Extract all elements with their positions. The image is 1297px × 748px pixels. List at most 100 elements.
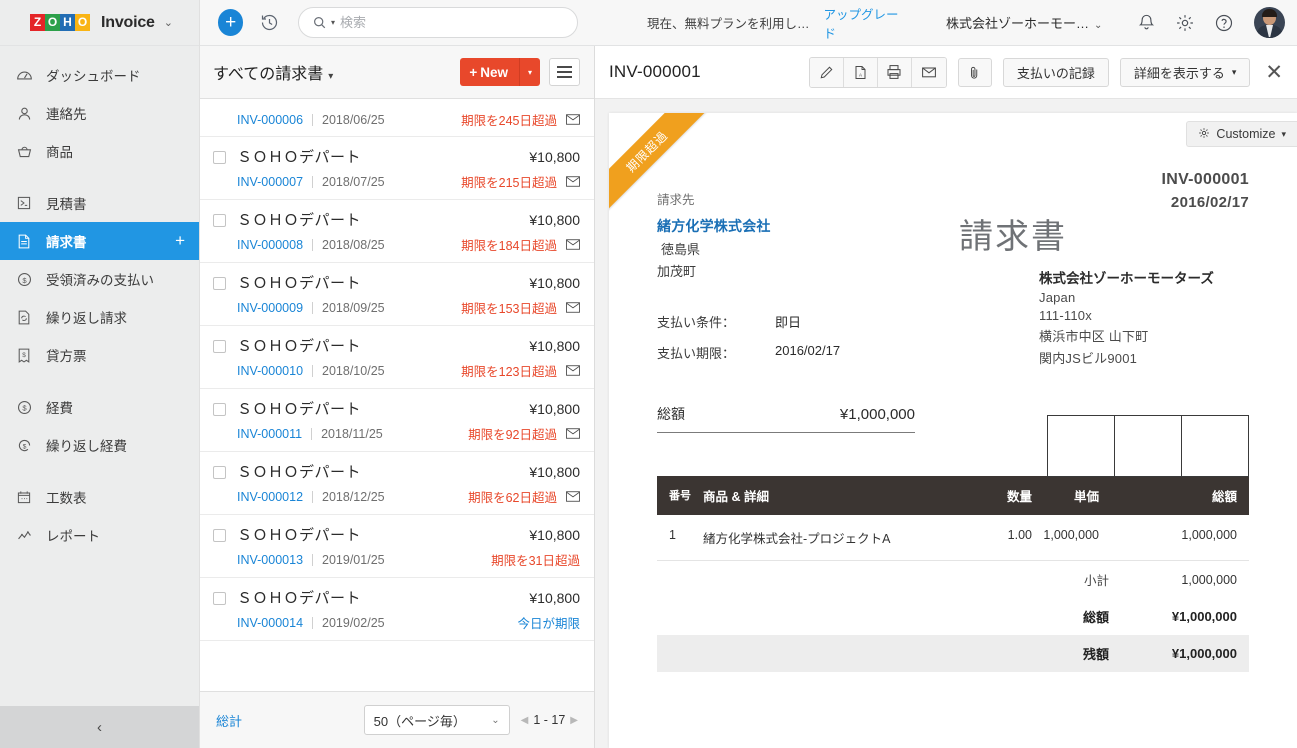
new-invoice-button[interactable]: + New ▾ [460, 58, 540, 86]
invoice-number[interactable]: INV-000010 [237, 364, 303, 378]
global-add-button[interactable]: + [218, 9, 244, 36]
pdf-file-icon[interactable]: A [843, 57, 878, 87]
invoice-list-scroll[interactable]: INV-000006 2018/06/25 期限を245日超過 ＳＯＨＯデパート ¥10… [200, 99, 594, 691]
bill-to-name[interactable]: 緒方化学株式会社 [657, 216, 1249, 236]
invoice-amount: ¥10,800 [529, 338, 580, 354]
sidebar-item-recurring-expenses[interactable]: $ 繰り返し経費 [0, 426, 199, 464]
row-checkbox[interactable] [213, 214, 226, 227]
sidebar-item-invoices[interactable]: 請求書 + [0, 222, 199, 260]
edit-pencil-icon[interactable] [809, 57, 844, 87]
invoice-amount: ¥10,800 [529, 590, 580, 606]
invoice-number[interactable]: INV-000009 [237, 301, 303, 315]
invoices-icon [14, 231, 34, 251]
sidebar-item-estimates[interactable]: 見積書 [0, 184, 199, 222]
invoice-date: 2019/02/25 [322, 615, 385, 630]
email-envelope-icon[interactable] [911, 57, 946, 87]
sidebar-collapse-button[interactable]: ‹ [0, 706, 199, 748]
invoice-number[interactable]: INV-000011 [237, 427, 302, 441]
page-prev-icon[interactable]: ◀ [521, 715, 529, 726]
payment-terms-value: 即日 [775, 315, 802, 330]
record-payment-button[interactable]: 支払いの記録 [1002, 57, 1109, 87]
brand-logo[interactable]: ZOHO Invoice ⌄ [0, 0, 199, 46]
row-checkbox[interactable] [213, 340, 226, 353]
invoice-number[interactable]: INV-000014 [237, 616, 303, 630]
invoice-list-item[interactable]: INV-000006 2018/06/25 期限を245日超過 [200, 99, 594, 137]
cell-amount: 1,000,000 [1181, 528, 1237, 542]
invoice-list-item[interactable]: ＳＯＨＯデパート ¥10,800 INV-000010 2018/10/25 期限を12… [200, 326, 594, 389]
show-details-button[interactable]: 詳細を表示する ▾ [1119, 57, 1251, 87]
app-root: ZOHO Invoice ⌄ ダッシュボード 連絡先 商品 見積書 請求書 + … [0, 0, 1297, 748]
search-scope-caret-icon[interactable]: ▾ [331, 18, 335, 27]
sidebar-item-items[interactable]: 商品 [0, 132, 199, 170]
search-input[interactable] [340, 15, 563, 30]
new-invoice-plus-icon[interactable]: + [175, 231, 185, 251]
sidebar-item-contacts[interactable]: 連絡先 [0, 94, 199, 132]
record-payment-label: 支払いの記録 [1016, 65, 1095, 81]
email-envelope-icon[interactable] [566, 302, 580, 313]
row-checkbox[interactable] [213, 277, 226, 290]
due-date-label: 支払い期限： [657, 346, 736, 361]
chevron-down-icon[interactable]: ⌄ [164, 16, 173, 29]
email-envelope-icon[interactable] [566, 239, 580, 250]
upgrade-link[interactable]: アップグレード [823, 4, 906, 42]
contacts-icon [14, 103, 34, 123]
invoice-list-item[interactable]: ＳＯＨＯデパート ¥10,800 INV-000007 2018/07/25 期限を21… [200, 137, 594, 200]
global-search[interactable]: ▾ [298, 7, 578, 38]
page-range: 1 - 17 [533, 713, 566, 727]
invoice-list-item[interactable]: ＳＯＨＯデパート ¥10,800 INV-000009 2018/09/25 期限を15… [200, 263, 594, 326]
invoice-list-item[interactable]: ＳＯＨＯデパート ¥10,800 INV-000012 2018/12/25 期限を62… [200, 452, 594, 515]
clock-history-icon[interactable] [257, 10, 282, 36]
help-question-icon[interactable] [1212, 10, 1237, 36]
list-view-menu-icon[interactable] [549, 58, 580, 86]
row-checkbox[interactable] [213, 466, 226, 479]
invoice-number[interactable]: INV-000012 [237, 490, 303, 504]
row-content: ＳＯＨＯデパート ¥10,800 INV-000009 2018/09/25 期限を15… [237, 272, 580, 317]
total-link[interactable]: 総計 [216, 711, 242, 730]
invoice-number[interactable]: INV-000007 [237, 175, 303, 189]
invoice-number[interactable]: INV-000006 [237, 113, 303, 127]
row-checkbox[interactable] [213, 151, 226, 164]
invoice-list-item[interactable]: ＳＯＨＯデパート ¥10,800 INV-000011 2018/11/25 期限を92… [200, 389, 594, 452]
invoice-filter-dropdown[interactable]: すべての請求書 ▾ [213, 60, 333, 84]
new-invoice-label-wrap: + New [460, 65, 519, 80]
invoice-number[interactable]: INV-000008 [237, 238, 303, 252]
user-avatar[interactable] [1254, 7, 1286, 38]
row-content: INV-000006 2018/06/25 期限を245日超過 [237, 99, 580, 128]
printer-icon[interactable] [877, 57, 912, 87]
row-checkbox[interactable] [213, 592, 226, 605]
sidebar-item-reports[interactable]: レポート [0, 516, 199, 554]
settings-gear-icon[interactable] [1173, 10, 1198, 36]
chevron-down-icon: ▾ [1281, 128, 1286, 139]
page-next-icon[interactable]: ▶ [570, 715, 578, 726]
notifications-bell-icon[interactable] [1134, 10, 1159, 36]
sidebar: ZOHO Invoice ⌄ ダッシュボード 連絡先 商品 見積書 請求書 + … [0, 0, 200, 748]
invoice-document: 期限超過 Customize ▾ INV-000001 2016/02/17 請… [609, 113, 1297, 748]
email-envelope-icon[interactable] [566, 365, 580, 376]
email-envelope-icon[interactable] [566, 176, 580, 187]
organization-switcher[interactable]: 株式会社ゾーホーモー… ⌄ [946, 13, 1102, 32]
close-x-icon[interactable]: ✕ [1265, 62, 1283, 83]
invoice-list-item[interactable]: ＳＯＨＯデパート ¥10,800 INV-000014 2019/02/25 今日が期限 [200, 578, 594, 641]
invoice-list-item[interactable]: ＳＯＨＯデパート ¥10,800 INV-000013 2019/01/25 期限を31… [200, 515, 594, 578]
sidebar-item-recurring-invoices[interactable]: 繰り返し請求 [0, 298, 199, 336]
status-badge: 期限を215日超過 [461, 176, 557, 190]
email-envelope-icon[interactable] [566, 114, 580, 125]
row-checkbox[interactable] [213, 403, 226, 416]
new-invoice-caret-icon[interactable]: ▾ [520, 68, 540, 77]
sidebar-item-expenses[interactable]: $ 経費 [0, 388, 199, 426]
sidebar-item-payments-received[interactable]: $ 受領済みの支払い [0, 260, 199, 298]
invoice-number[interactable]: INV-000013 [237, 553, 303, 567]
email-envelope-icon[interactable] [566, 428, 580, 439]
row-checkbox[interactable] [213, 529, 226, 542]
email-envelope-icon[interactable] [566, 491, 580, 502]
sidebar-item-credit-notes[interactable]: $ 貸方票 [0, 336, 199, 374]
per-page-select[interactable]: 50（ページ毎） ⌄ [363, 705, 510, 735]
sidebar-item-dashboard[interactable]: ダッシュボード [0, 56, 199, 94]
new-invoice-label: New [480, 64, 508, 80]
invoice-list-item[interactable]: ＳＯＨＯデパート ¥10,800 INV-000008 2018/08/25 期限を18… [200, 200, 594, 263]
paperclip-icon[interactable] [957, 57, 992, 87]
invoice-amount: ¥10,800 [529, 212, 580, 228]
row-divider [311, 427, 313, 440]
row-content: ＳＯＨＯデパート ¥10,800 INV-000012 2018/12/25 期限を62… [237, 461, 580, 506]
sidebar-item-timesheet[interactable]: 工数表 [0, 478, 199, 516]
